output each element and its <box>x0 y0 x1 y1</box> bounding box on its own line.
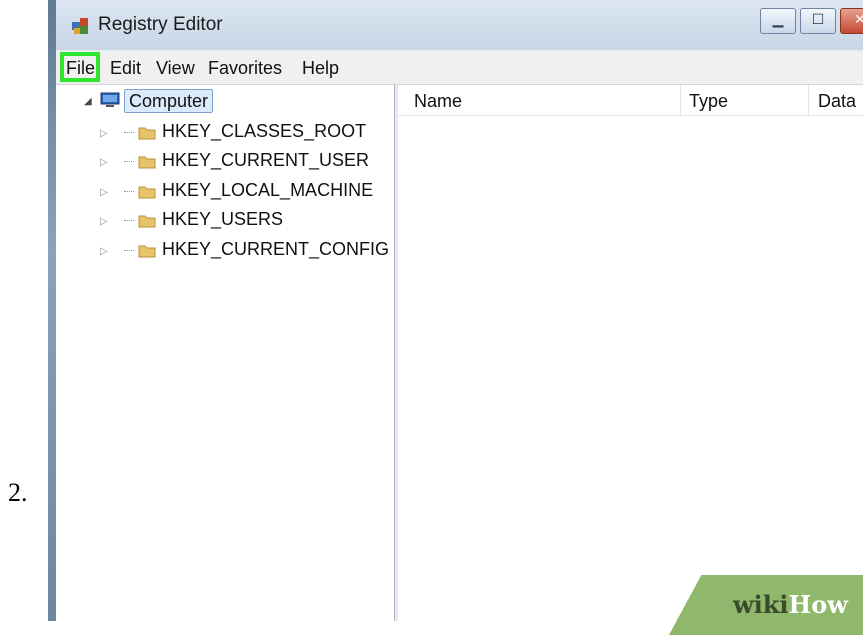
column-divider[interactable] <box>808 85 809 115</box>
column-header-data[interactable]: Data <box>818 91 856 112</box>
tree-connector <box>124 161 134 162</box>
expand-arrow-icon[interactable]: ▷ <box>100 216 108 227</box>
expand-arrow-icon[interactable]: ▷ <box>100 187 108 198</box>
menu-favorites[interactable]: Favorites <box>208 58 282 79</box>
tree-label: HKEY_CURRENT_CONFIG <box>162 239 390 259</box>
minimize-icon: ▁ <box>772 11 784 27</box>
menu-edit[interactable]: Edit <box>110 58 141 79</box>
step-number: 2. <box>8 478 28 507</box>
column-divider[interactable] <box>680 85 681 115</box>
close-icon: ✕ <box>854 11 863 27</box>
close-button[interactable]: ✕ <box>840 8 863 34</box>
title-bar[interactable]: Registry Editor ▁ ☐ ✕ <box>56 0 863 50</box>
window-frame-edge <box>48 0 56 621</box>
expand-arrow-icon[interactable]: ▷ <box>100 128 108 139</box>
minimize-button[interactable]: ▁ <box>760 8 796 34</box>
folder-icon <box>138 156 156 169</box>
menu-help[interactable]: Help <box>302 58 339 79</box>
folder-icon <box>138 127 156 140</box>
menu-file[interactable]: File <box>60 52 100 82</box>
expand-arrow-icon[interactable]: ▷ <box>100 246 108 257</box>
computer-icon <box>100 92 120 107</box>
tree-connector <box>124 132 134 133</box>
tree-label: HKEY_CLASSES_ROOT <box>162 121 367 141</box>
key-tree-pane[interactable]: ◢ Computer ▷ HKEY_CLASSES_ROOT ▷ HKEY_CU… <box>56 85 395 621</box>
values-list-pane[interactable]: Name Type Data <box>398 85 863 621</box>
menu-bar: File Edit View Favorites Help <box>56 52 863 85</box>
window-title: Registry Editor <box>98 14 223 35</box>
folder-icon <box>138 215 156 228</box>
menu-file-label: File <box>66 58 96 78</box>
column-header-name[interactable]: Name <box>414 91 462 112</box>
menu-view[interactable]: View <box>156 58 195 79</box>
tree-connector <box>124 191 134 192</box>
tree-label: HKEY_LOCAL_MACHINE <box>162 180 374 200</box>
registry-editor-icon <box>72 18 88 34</box>
watermark-wiki: wiki <box>733 590 789 619</box>
tree-label: HKEY_CURRENT_USER <box>162 150 370 170</box>
collapse-arrow-icon[interactable]: ◢ <box>84 96 92 107</box>
maximize-icon: ☐ <box>811 11 825 27</box>
tree-connector <box>124 220 134 221</box>
tree-label-computer: Computer <box>124 89 214 113</box>
registry-editor-window: Registry Editor ▁ ☐ ✕ File Edit View Fav… <box>48 0 863 621</box>
folder-icon <box>138 186 156 199</box>
tree-connector <box>124 250 134 251</box>
column-header-type[interactable]: Type <box>689 91 728 112</box>
folder-icon <box>138 245 156 258</box>
watermark-how: How <box>788 590 848 619</box>
column-header-row: Name Type Data <box>398 85 863 116</box>
tree-label: HKEY_USERS <box>162 209 284 229</box>
expand-arrow-icon[interactable]: ▷ <box>100 157 108 168</box>
maximize-button[interactable]: ☐ <box>800 8 836 34</box>
wikihow-watermark: wikiHow <box>733 590 848 619</box>
